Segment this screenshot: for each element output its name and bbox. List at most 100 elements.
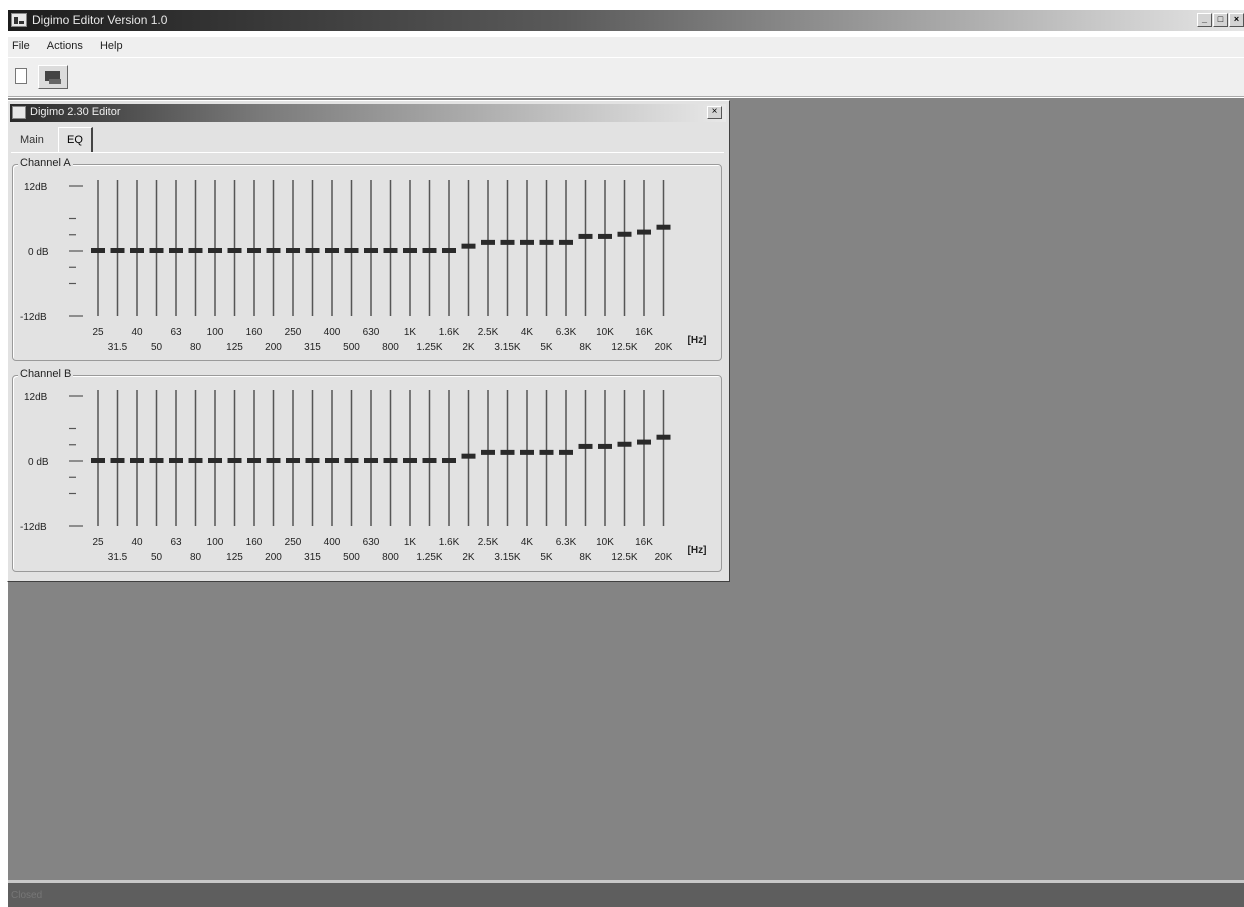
eq-slider-thumb[interactable] (266, 458, 281, 463)
eq-slider-thumb[interactable] (227, 458, 242, 463)
eq-slider-thumb[interactable] (130, 248, 144, 253)
eq-slider-thumb[interactable] (149, 458, 164, 463)
eq-slider-thumb[interactable] (461, 243, 476, 249)
eq-slider-thumb[interactable] (656, 224, 671, 230)
eq-slider-thumb[interactable] (617, 441, 632, 447)
freq-label: 50 (151, 342, 163, 353)
freq-label: 3.15K (494, 342, 520, 353)
eq-slider-thumb[interactable] (91, 248, 105, 253)
eq-slider-thumb[interactable] (520, 449, 534, 455)
db-label-bottom: -12dB (20, 522, 47, 533)
eq-slider-thumb[interactable] (637, 229, 651, 235)
eq-slider-thumb[interactable] (169, 458, 183, 463)
freq-label: 6.3K (556, 537, 577, 548)
eq-slider-thumb[interactable] (520, 239, 534, 245)
eq-slider-thumb[interactable] (383, 248, 398, 253)
freq-label: 2.5K (478, 537, 499, 548)
freq-label: 12.5K (611, 552, 637, 563)
eq-slider-thumb[interactable] (305, 458, 320, 463)
eq-slider-thumb[interactable] (130, 458, 144, 463)
eq-slider-thumb[interactable] (188, 248, 203, 253)
freq-label: 500 (343, 342, 360, 353)
eq-slider-thumb[interactable] (481, 449, 495, 455)
freq-label: 4K (521, 327, 534, 338)
eq-slider-thumb[interactable] (500, 239, 515, 245)
freq-label: 125 (226, 552, 243, 563)
unit-label: [Hz] (688, 545, 707, 556)
freq-label: 12.5K (611, 342, 637, 353)
eq-slider-thumb[interactable] (344, 248, 359, 253)
freq-label: 630 (363, 537, 380, 548)
freq-label: 2K (462, 342, 475, 353)
db-label-top: 12dB (24, 392, 48, 403)
eq-slider-thumb[interactable] (383, 458, 398, 463)
eq-slider-thumb[interactable] (559, 449, 573, 455)
eq-slider-thumb[interactable] (266, 248, 281, 253)
eq-slider-thumb[interactable] (188, 458, 203, 463)
eq-slider-thumb[interactable] (422, 248, 437, 253)
eq-slider-thumb[interactable] (247, 458, 261, 463)
eq-slider-thumb[interactable] (286, 248, 300, 253)
db-label-bottom: -12dB (20, 312, 47, 323)
freq-label: 80 (190, 342, 202, 353)
eq-slider-thumb[interactable] (598, 233, 612, 239)
freq-label: 6.3K (556, 327, 577, 338)
eq-slider-thumb[interactable] (110, 248, 125, 253)
freq-label: 250 (285, 327, 302, 338)
eq-slider-thumb[interactable] (286, 458, 300, 463)
eq-slider-thumb[interactable] (500, 449, 515, 455)
freq-label: 1.25K (416, 342, 442, 353)
eq-slider-thumb[interactable] (149, 248, 164, 253)
freq-label: 5K (540, 342, 553, 353)
eq-slider-thumb[interactable] (461, 453, 476, 459)
freq-label: 400 (324, 327, 341, 338)
freq-label: 1.25K (416, 552, 442, 563)
eq-slider-thumb[interactable] (364, 248, 378, 253)
eq-slider-thumb[interactable] (305, 248, 320, 253)
eq-slider-thumb[interactable] (208, 458, 222, 463)
freq-label: 8K (579, 342, 592, 353)
eq-slider-thumb[interactable] (637, 439, 651, 445)
db-label-mid: 0 dB (28, 457, 49, 468)
eq-slider-thumb[interactable] (325, 248, 339, 253)
eq-slider-thumb[interactable] (247, 248, 261, 253)
eq-slider-thumb[interactable] (364, 458, 378, 463)
freq-label: 315 (304, 342, 321, 353)
eq-slider-thumb[interactable] (344, 458, 359, 463)
eq-slider-thumb[interactable] (442, 248, 456, 253)
freq-label: 200 (265, 552, 282, 563)
eq-slider-thumb[interactable] (403, 248, 417, 253)
eq-slider-thumb[interactable] (169, 248, 183, 253)
freq-label: 160 (246, 327, 263, 338)
eq-slider-thumb[interactable] (110, 458, 125, 463)
eq-slider-thumb[interactable] (578, 443, 593, 449)
eq-slider-thumb[interactable] (325, 458, 339, 463)
eq-slider-thumb[interactable] (227, 248, 242, 253)
freq-label: 10K (596, 537, 614, 548)
freq-label: 5K (540, 552, 553, 563)
eq-slider-thumb[interactable] (91, 458, 105, 463)
freq-label: 800 (382, 552, 399, 563)
eq-slider-thumb[interactable] (481, 239, 495, 245)
freq-label: 10K (596, 327, 614, 338)
freq-label: 16K (635, 327, 653, 338)
eq-slider-thumb[interactable] (617, 231, 632, 237)
freq-label: 315 (304, 552, 321, 563)
freq-label: 1K (404, 537, 417, 548)
freq-label: 40 (131, 327, 143, 338)
eq-slider-thumb[interactable] (539, 239, 554, 245)
db-label-top: 12dB (24, 182, 48, 193)
eq-slider-thumb[interactable] (403, 458, 417, 463)
eq-slider-thumb[interactable] (442, 458, 456, 463)
unit-label: [Hz] (688, 335, 707, 346)
eq-slider-thumb[interactable] (656, 434, 671, 440)
freq-label: 630 (363, 327, 380, 338)
eq-slider-thumb[interactable] (422, 458, 437, 463)
eq-slider-thumb[interactable] (208, 248, 222, 253)
eq-slider-thumb[interactable] (578, 233, 593, 239)
eq-slider-thumb[interactable] (598, 443, 612, 449)
eq-slider-thumb[interactable] (539, 449, 554, 455)
eq-slider-thumb[interactable] (559, 239, 573, 245)
freq-label: 3.15K (494, 552, 520, 563)
freq-label: 20K (655, 342, 673, 353)
